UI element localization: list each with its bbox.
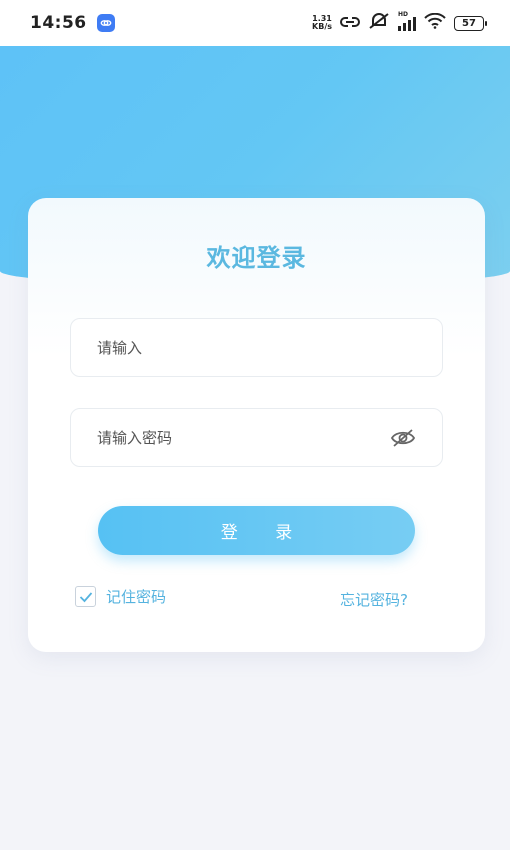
remember-checkbox[interactable] [75,586,96,607]
forgot-password-link[interactable]: 忘记密码? [340,589,408,610]
net-speed-unit: KB/s [312,22,332,31]
wifi-icon [424,12,446,33]
status-left: 14:56 [30,13,115,33]
status-bar: 14:56 1.31 KB/s HD 57 [0,0,510,46]
remember-label: 记住密码 [106,588,167,606]
signal-hd-label: HD [398,11,409,18]
username-field[interactable] [70,318,443,377]
eye-off-icon[interactable] [390,425,416,451]
password-field[interactable] [70,408,443,467]
link-app-icon [96,14,115,32]
status-right: 1.31 KB/s HD 57 [312,11,487,34]
mute-bell-icon [368,12,390,34]
password-input[interactable] [97,428,390,447]
remember-password-toggle[interactable]: 记住密码 [75,586,166,607]
net-speed: 1.31 KB/s [312,15,332,31]
battery-level: 57 [462,17,476,29]
login-button[interactable]: 登 录 [98,506,415,555]
username-input[interactable] [97,338,416,357]
battery-icon: 57 [454,15,487,31]
status-time: 14:56 [30,13,87,33]
signal-icon: HD [398,11,416,31]
link-icon [340,14,360,33]
login-title: 欢迎登录 [206,244,307,272]
check-icon [79,591,92,602]
login-card: 欢迎登录 登 录 记住密码 忘记密码? [28,198,485,652]
